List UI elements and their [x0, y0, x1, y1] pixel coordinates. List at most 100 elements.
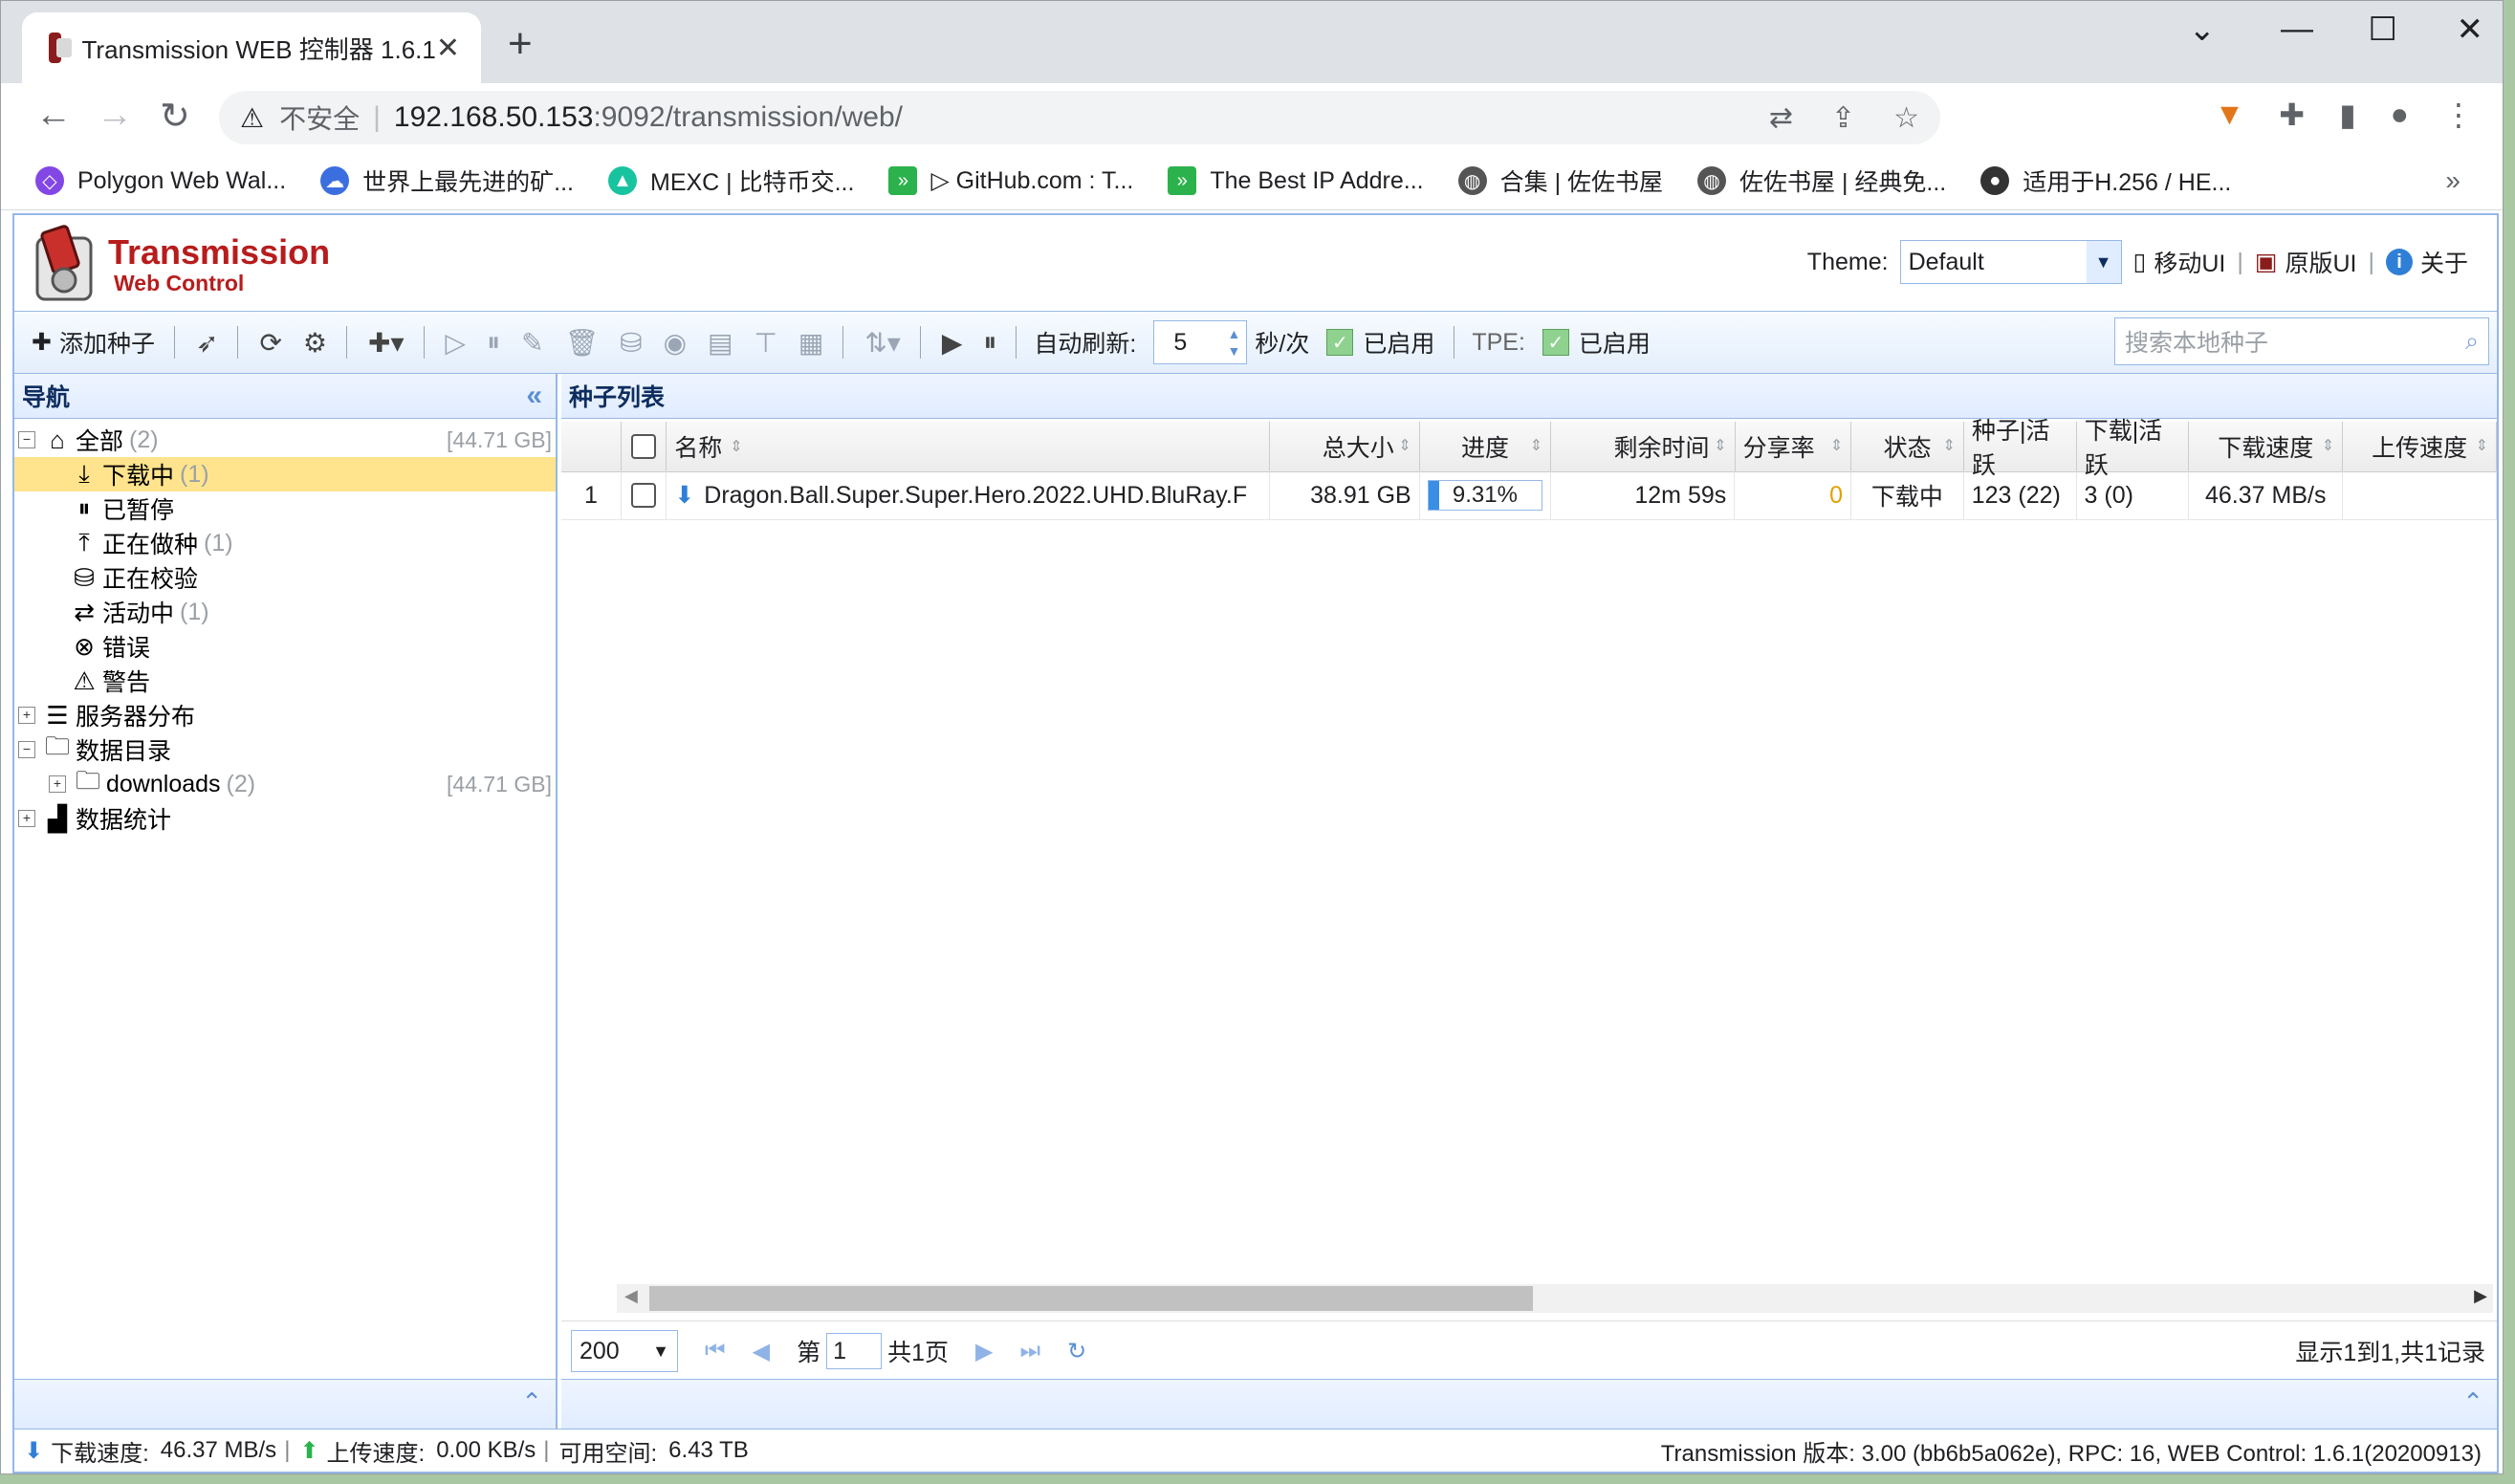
spinner-up-icon[interactable]: ▲	[1227, 325, 1240, 342]
bookmark-zuozuo-classic[interactable]: ◍ 佐佐书屋 | 经典免...	[1697, 164, 1946, 198]
nav-item-downloading[interactable]: ⤓ 下载中 (1)	[14, 457, 556, 491]
bookmark-h256[interactable]: ● 适用于H.256 / HE...	[1980, 164, 2231, 198]
refresh-icon[interactable]: ⟳	[259, 327, 281, 359]
edit-icon[interactable]: ✎	[521, 327, 543, 359]
nav-item-seeding[interactable]: ⤒ 正在做种 (1)	[14, 526, 556, 560]
nav-item-error[interactable]: ⊗ 错误	[14, 629, 556, 664]
add-torrent-button[interactable]: ✚ 添加种子	[32, 325, 155, 360]
close-window-icon[interactable]: ✕	[2457, 11, 2484, 49]
start-icon[interactable]: ▷	[446, 327, 467, 359]
address-bar[interactable]: ⚠ 不安全 | 192.168.50.153 :9092/transmissio…	[219, 91, 1940, 144]
nav-item-statistics[interactable]: + ▟ 数据统计	[14, 801, 556, 836]
collapse-node-icon[interactable]: −	[18, 741, 35, 758]
header-ul-speed[interactable]: 上传速度 ⇕	[2343, 422, 2497, 471]
horizontal-scrollbar[interactable]: ◀ ▶	[617, 1284, 2493, 1313]
scrollbar-thumb[interactable]	[649, 1286, 1533, 1311]
metamask-extension-icon[interactable]: ▼	[2215, 97, 2245, 133]
bookmark-mexc[interactable]: ▲ MEXC | 比特币交...	[608, 164, 854, 198]
bookmark-star-icon[interactable]: ☆	[1893, 101, 1919, 135]
expand-up-icon[interactable]: ⌃	[2462, 1387, 2483, 1417]
close-tab-icon[interactable]: ✕	[436, 32, 460, 65]
start-all-icon[interactable]: ▶	[942, 327, 963, 359]
nav-item-servers[interactable]: + ☰ 服务器分布	[14, 698, 556, 732]
header-progress[interactable]: 进度 ⇕	[1420, 422, 1552, 471]
original-ui-link[interactable]: ▣ 原版UI	[2255, 245, 2357, 279]
nav-item-all[interactable]: − ⌂ 全部 (2) [44.71 GB]	[14, 423, 556, 457]
tab-search-chevron-icon[interactable]: ⌄	[2189, 11, 2217, 49]
header-ratio[interactable]: 分享率 ⇕	[1736, 422, 1852, 471]
nav-item-active[interactable]: ⇄ 活动中 (1)	[14, 595, 556, 629]
minimize-icon[interactable]: —	[2281, 11, 2313, 48]
side-panel-icon[interactable]: ▮	[2339, 97, 2356, 133]
copy-path-icon[interactable]: ▦	[798, 327, 823, 359]
header-status[interactable]: 状态 ⇕	[1851, 422, 1964, 471]
header-seeds[interactable]: 种子|活跃	[1964, 418, 2077, 479]
bookmark-polygon[interactable]: ◇ Polygon Web Wal...	[35, 166, 286, 195]
scroll-left-icon[interactable]: ◀	[624, 1286, 638, 1306]
auto-refresh-toggle[interactable]: ✓ 已启用	[1326, 325, 1434, 360]
pause-all-icon[interactable]: ⏸	[983, 327, 996, 359]
expand-node-icon[interactable]: +	[49, 775, 66, 793]
scroll-right-icon[interactable]: ▶	[2474, 1286, 2487, 1306]
reload-icon[interactable]: ↻	[160, 95, 190, 138]
bookmark-ip-address[interactable]: » The Best IP Addre...	[1168, 166, 1424, 195]
header-remaining[interactable]: 剩余时间 ⇕	[1551, 422, 1736, 471]
tpe-toggle[interactable]: ✓ 已启用	[1542, 325, 1651, 360]
page-number-input[interactable]: 1	[826, 1333, 883, 1369]
collapse-left-icon[interactable]: «	[526, 380, 542, 412]
announce-icon[interactable]: ◉	[664, 327, 687, 359]
header-dl-speed[interactable]: 下载速度 ⇕	[2189, 422, 2344, 471]
browser-tab[interactable]: Transmission WEB 控制器 1.6.1 ✕	[22, 12, 481, 83]
last-page-icon[interactable]: ⏭	[1019, 1338, 1040, 1364]
torrent-name-cell[interactable]: ⬇ Dragon.Ball.Super.Super.Hero.2022.UHD.…	[667, 471, 1270, 519]
nav-item-warning[interactable]: ⚠ 警告	[14, 664, 556, 698]
move-folder-icon[interactable]: ▤	[708, 327, 733, 359]
page-size-select[interactable]: 200 ▼	[571, 1330, 678, 1372]
trash-icon[interactable]: 🗑	[565, 327, 600, 359]
gear-icon[interactable]: ⚙	[303, 327, 327, 359]
new-tab-icon[interactable]: +	[508, 20, 533, 68]
expand-node-icon[interactable]: +	[18, 810, 35, 827]
refresh-interval-spinner[interactable]: 5 ▲ ▼	[1153, 320, 1248, 364]
table-row[interactable]: 1 ⬇ Dragon.Ball.Super.Super.Hero.2022.UH…	[561, 471, 2497, 520]
forward-icon[interactable]: →	[97, 95, 133, 136]
nav-item-checking[interactable]: ⛁ 正在校验	[14, 560, 556, 595]
rocket-icon[interactable]: ➶	[196, 327, 218, 359]
back-icon[interactable]: ←	[35, 95, 72, 136]
extensions-puzzle-icon[interactable]: ✚	[2279, 97, 2305, 133]
mobile-ui-link[interactable]: ▯ 移动UI	[2133, 245, 2226, 279]
nav-item-paused[interactable]: ⏸ 已暂停	[14, 491, 556, 526]
header-peers[interactable]: 下载|活跃	[2077, 418, 2190, 479]
header-size[interactable]: 总大小 ⇕	[1270, 422, 1420, 471]
bookmarks-overflow-icon[interactable]: »	[2445, 165, 2460, 196]
recheck-icon[interactable]: ⛁	[620, 327, 642, 359]
nav-item-data-dirs[interactable]: − 🗀 数据目录	[14, 731, 556, 767]
reload-page-icon[interactable]: ↻	[1067, 1338, 1086, 1365]
row-checkbox[interactable]	[622, 471, 667, 519]
search-input[interactable]: 搜索本地种子 ⌕	[2114, 317, 2489, 365]
about-link[interactable]: i 关于	[2385, 245, 2468, 279]
plugins-puzzle-icon[interactable]: ✚▾	[368, 327, 405, 359]
nav-item-downloads-folder[interactable]: + 🗀 downloads (2) [44.71 GB]	[14, 766, 556, 801]
translate-icon[interactable]: ⇄	[1769, 101, 1793, 135]
expand-node-icon[interactable]: +	[18, 707, 35, 724]
next-page-icon[interactable]: ▶	[975, 1338, 993, 1365]
profile-avatar-icon[interactable]: ●	[2391, 97, 2409, 133]
queue-icon[interactable]: ⇅▾	[864, 327, 901, 359]
prev-page-icon[interactable]: ◀	[753, 1338, 770, 1365]
pause-icon[interactable]: ⏸	[487, 327, 500, 359]
share-icon[interactable]: ⇪	[1831, 101, 1855, 135]
spinner-down-icon[interactable]: ▼	[1227, 342, 1240, 360]
first-page-icon[interactable]: ⏮	[705, 1338, 726, 1364]
header-name[interactable]: 名称 ⇕	[667, 422, 1270, 471]
bookmark-mining[interactable]: ☁ 世界上最先进的矿...	[320, 164, 574, 198]
maximize-icon[interactable]: ☐	[2369, 11, 2397, 49]
bookmark-zuozuo-collection[interactable]: ◍ 合集 | 佐佐书屋	[1457, 164, 1663, 198]
search-icon[interactable]: ⌕	[2465, 328, 2479, 356]
theme-select[interactable]: Default ▼	[1899, 240, 2122, 284]
collapse-node-icon[interactable]: −	[18, 431, 35, 448]
expand-up-icon[interactable]: ⌃	[521, 1387, 542, 1417]
select-all-checkbox[interactable]	[622, 422, 667, 471]
bookmark-github[interactable]: » ▷ GitHub.com : T...	[888, 166, 1133, 195]
rename-icon[interactable]: ⊤	[754, 327, 776, 359]
